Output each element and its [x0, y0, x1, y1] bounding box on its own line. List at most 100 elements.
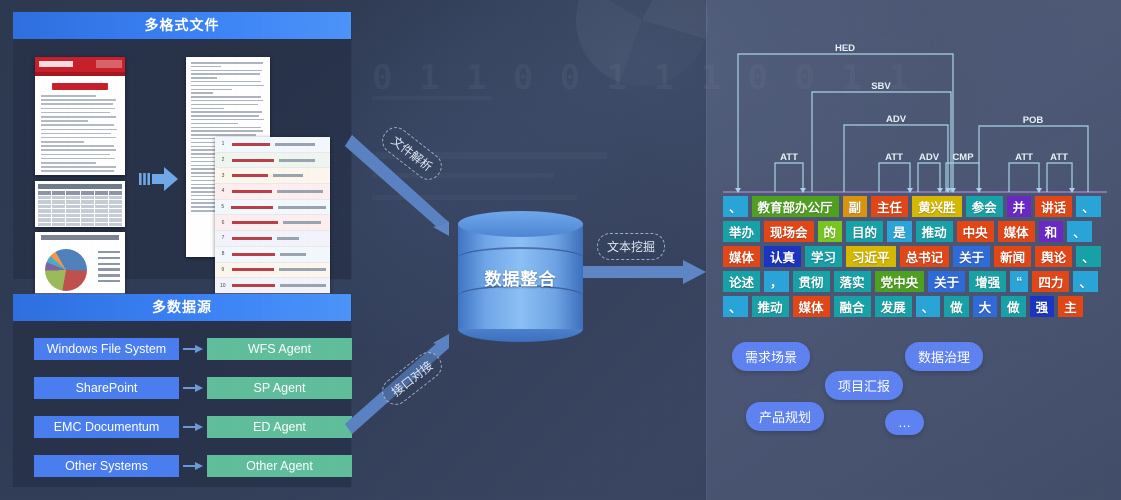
- token-chip[interactable]: 中央: [956, 221, 994, 242]
- token-chip[interactable]: 落实: [833, 271, 871, 292]
- token-chip[interactable]: 、: [723, 196, 748, 217]
- tree-label-sbv: SBV: [871, 81, 891, 92]
- thumbnail-pie-chart-document: [35, 232, 125, 294]
- topic-bubble[interactable]: 数据治理: [905, 342, 984, 371]
- report-headline: [52, 83, 108, 90]
- topic-bubble[interactable]: …: [885, 410, 924, 435]
- token-chip[interactable]: 习近平: [846, 246, 896, 267]
- token-chip[interactable]: 总书记: [899, 246, 950, 267]
- topic-bubble[interactable]: 产品规划: [746, 402, 825, 431]
- data-source-emc-documentum[interactable]: EMC Documentum: [34, 416, 179, 438]
- token-row: 、推动 媒体 融合 发展、做大做强主: [723, 296, 1121, 317]
- background-ghost-pie-icon: [576, 0, 708, 86]
- token-chip[interactable]: 大: [972, 296, 998, 317]
- token-chip[interactable]: 党中央: [874, 271, 925, 292]
- token-chip[interactable]: 主: [1058, 296, 1083, 317]
- token-chip[interactable]: 媒体: [723, 246, 761, 267]
- topic-bubble[interactable]: 项目汇报: [825, 371, 904, 400]
- token-chip[interactable]: 现场会: [764, 221, 814, 242]
- token-chip[interactable]: 主任: [871, 196, 909, 217]
- data-source-row: SharePoint SP Agent: [13, 377, 352, 399]
- panel-body-files: 1 2 3 4 5 6 7 8 9 10: [13, 39, 351, 294]
- agent-sp[interactable]: SP Agent: [207, 377, 352, 399]
- data-source-row: Other Systems Other Agent: [13, 455, 352, 477]
- database-cylinder: 数据整合: [458, 211, 583, 342]
- token-chip[interactable]: 四力: [1032, 271, 1070, 292]
- token-chip[interactable]: 贯彻: [792, 271, 830, 292]
- dependency-parse-tree: HED SBV ADV POB ATT ATT ADV CMP ATT ATT: [723, 43, 1107, 193]
- token-chip[interactable]: 学习: [805, 246, 843, 267]
- report-body-lines: [35, 95, 125, 175]
- token-chip[interactable]: ，: [764, 271, 789, 292]
- panel-nlp-analysis: HED SBV ADV POB ATT ATT ADV CMP ATT ATT …: [706, 0, 1121, 500]
- token-chip[interactable]: 媒体: [792, 296, 830, 317]
- token-chip[interactable]: 、: [915, 296, 941, 317]
- token-chip[interactable]: 增强: [969, 271, 1007, 292]
- arrow-right-icon: [183, 423, 203, 431]
- pie-chart-legend: [98, 251, 120, 286]
- token-chip[interactable]: 并: [1006, 196, 1032, 217]
- tree-label-adv-2: ADV: [919, 152, 940, 163]
- token-chip[interactable]: 做: [944, 296, 969, 317]
- token-chip[interactable]: 的: [817, 221, 843, 242]
- token-chip[interactable]: 关于: [928, 271, 966, 292]
- spreadsheet-grid: [35, 181, 125, 227]
- token-chip[interactable]: 讲话: [1035, 196, 1073, 217]
- arrow-right-icon: [183, 345, 203, 353]
- token-chip[interactable]: 关于: [953, 246, 991, 267]
- panel-multi-data-sources: 多数据源 Windows File System WFS Agent Share…: [12, 293, 352, 488]
- pie-chart-icon: [45, 249, 87, 291]
- token-chip[interactable]: 推动: [751, 296, 789, 317]
- agent-other[interactable]: Other Agent: [207, 455, 352, 477]
- token-chip[interactable]: 论述: [723, 271, 761, 292]
- tree-label-adv: ADV: [886, 114, 907, 125]
- panel-body-sources: Windows File System WFS Agent SharePoint…: [13, 321, 352, 487]
- data-source-windows-file-system[interactable]: Windows File System: [34, 338, 179, 360]
- token-chip[interactable]: 推动: [915, 221, 953, 242]
- token-chip[interactable]: 参会: [965, 196, 1003, 217]
- token-chip[interactable]: 认真: [764, 246, 802, 267]
- token-chip[interactable]: “: [1010, 271, 1029, 292]
- token-chip[interactable]: 副: [842, 196, 868, 217]
- infographic-canvas: 0 1 1 0 0 1 1 1 0 0 1 1 多格式文件: [0, 0, 1121, 500]
- pie-chart-title-bar: [41, 235, 119, 240]
- tree-label-att-3: ATT: [1015, 152, 1033, 163]
- report-masthead: [35, 57, 125, 72]
- tokenized-sentence-grid: 、教育部办公厅副主任 黄兴胜 参会并讲话、举办 现场会的目的是推动 中央 媒体和、媒体 认真…: [723, 196, 1121, 321]
- data-source-other-systems[interactable]: Other Systems: [34, 455, 179, 477]
- token-chip[interactable]: 新闻: [994, 246, 1032, 267]
- panel-multi-format-files: 多格式文件 1 2 3 4 5 6 7 8 9 10: [12, 11, 352, 294]
- token-chip[interactable]: 和: [1038, 221, 1064, 242]
- label-api-integration: 接口对接: [376, 346, 448, 411]
- token-chip[interactable]: 、: [723, 296, 748, 317]
- tree-label-pob: POB: [1023, 115, 1044, 126]
- token-chip[interactable]: 、: [1076, 246, 1101, 267]
- report-masthead-stripe: [35, 72, 125, 76]
- topic-bubble[interactable]: 需求场景: [732, 342, 811, 371]
- transform-arrow-icon: [139, 167, 178, 191]
- token-chip[interactable]: 、: [1076, 196, 1101, 217]
- token-chip[interactable]: 做: [1001, 296, 1026, 317]
- token-chip[interactable]: 发展: [874, 296, 912, 317]
- panel-title-sources: 多数据源: [13, 294, 351, 321]
- token-chip[interactable]: 目的: [846, 221, 884, 242]
- token-chip[interactable]: 舆论: [1035, 246, 1073, 267]
- token-chip[interactable]: 强: [1029, 296, 1055, 317]
- label-file-parsing: 文件解析: [376, 121, 448, 186]
- token-chip[interactable]: 、: [1067, 221, 1092, 242]
- background-ghost-bar: [372, 173, 554, 178]
- token-chip[interactable]: 举办: [723, 221, 761, 242]
- token-chip[interactable]: 黄兴胜: [912, 196, 962, 217]
- agent-ed[interactable]: ED Agent: [207, 416, 352, 438]
- token-chip[interactable]: 融合: [833, 296, 871, 317]
- pie-chart-thumb: [35, 235, 125, 294]
- data-source-sharepoint[interactable]: SharePoint: [34, 377, 179, 399]
- token-chip[interactable]: 、: [1073, 271, 1098, 292]
- token-chip[interactable]: 媒体: [997, 221, 1035, 242]
- extracted-fields-list: 1 2 3 4 5 6 7 8 9 10: [215, 137, 330, 294]
- label-text-mining: 文本挖掘: [597, 233, 666, 260]
- agent-wfs[interactable]: WFS Agent: [207, 338, 352, 360]
- token-chip[interactable]: 是: [887, 221, 912, 242]
- token-chip[interactable]: 教育部办公厅: [751, 196, 839, 217]
- background-ghost-bar: [372, 96, 492, 100]
